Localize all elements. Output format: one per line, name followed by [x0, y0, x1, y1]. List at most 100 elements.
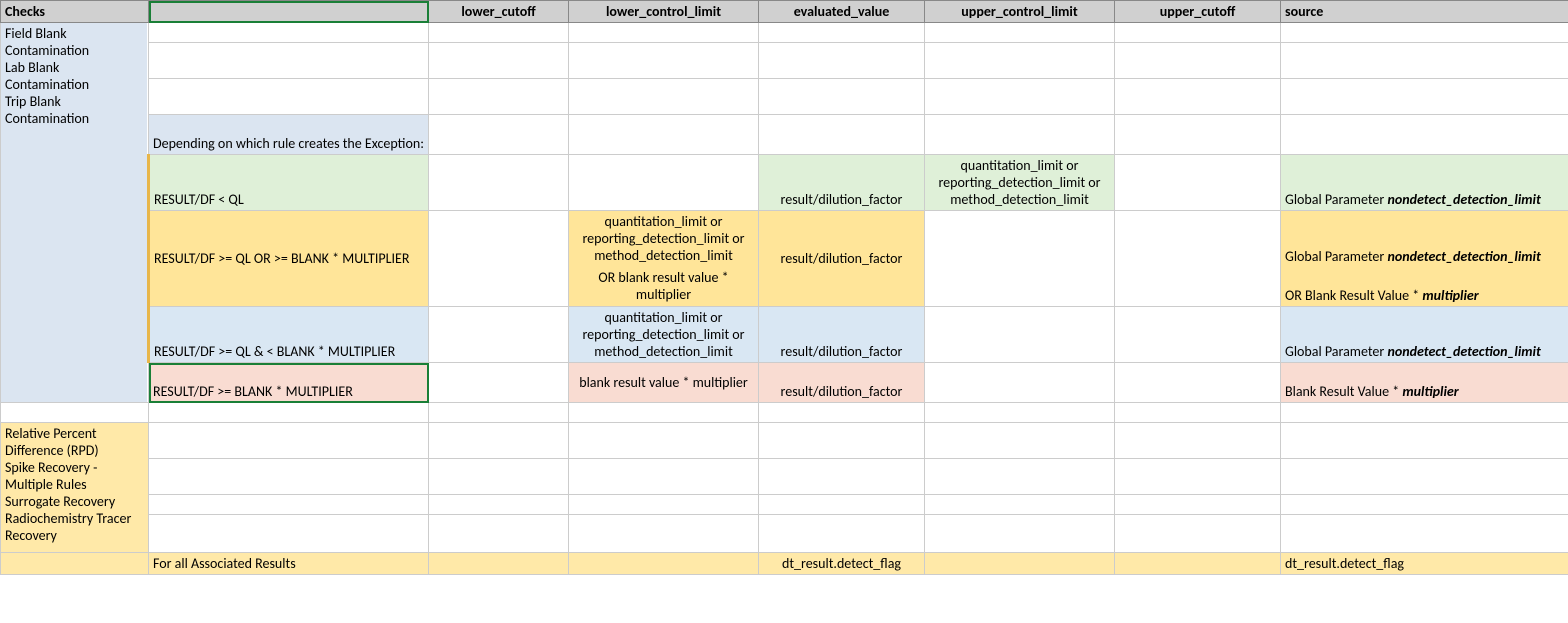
checks-group-recovery[interactable]: Relative Percent Difference (RPD) Spike … — [1, 423, 149, 553]
cell[interactable] — [1115, 307, 1281, 363]
cell[interactable] — [759, 495, 925, 515]
cell[interactable] — [569, 459, 759, 495]
footer-src[interactable]: dt_result.detect_flag — [1281, 553, 1568, 575]
cell[interactable] — [759, 515, 925, 553]
cell[interactable] — [429, 211, 569, 307]
cell[interactable] — [1115, 43, 1281, 79]
cell[interactable] — [1281, 79, 1568, 115]
cell[interactable] — [429, 43, 569, 79]
cell[interactable] — [925, 423, 1115, 459]
cell[interactable] — [759, 423, 925, 459]
cell[interactable] — [925, 43, 1115, 79]
cell[interactable] — [569, 495, 759, 515]
cell[interactable] — [429, 403, 569, 423]
cell[interactable] — [1115, 515, 1281, 553]
cell[interactable] — [1281, 515, 1568, 553]
rule1-label[interactable]: RESULT/DF < QL — [149, 155, 429, 211]
cell[interactable] — [925, 115, 1115, 155]
cell[interactable] — [1281, 115, 1568, 155]
rule1-ucl[interactable]: quantitation_limit or reporting_detectio… — [925, 155, 1115, 211]
cell[interactable] — [1115, 155, 1281, 211]
header-source[interactable]: source — [1281, 1, 1568, 23]
cell[interactable] — [149, 515, 429, 553]
spreadsheet-table[interactable]: Checks lower_cutoff lower_control_limit … — [0, 0, 1568, 575]
rule2-lcl-a[interactable]: quantitation_limit or reporting_detectio… — [569, 211, 759, 267]
cell[interactable] — [569, 23, 759, 43]
rule3-source[interactable]: Global Parameter nondetect_detection_lim… — [1281, 307, 1568, 363]
intro-text-cell[interactable]: Depending on which rule creates the Exce… — [149, 115, 429, 155]
cell[interactable] — [1, 403, 149, 423]
cell[interactable] — [429, 363, 569, 403]
cell[interactable] — [429, 459, 569, 495]
cell[interactable] — [429, 79, 569, 115]
cell[interactable] — [429, 495, 569, 515]
cell[interactable] — [759, 403, 925, 423]
rule3-ev[interactable]: result/dilution_factor — [759, 307, 925, 363]
cell[interactable] — [149, 79, 429, 115]
cell[interactable] — [1281, 423, 1568, 459]
cell[interactable] — [925, 211, 1115, 307]
cell[interactable] — [569, 423, 759, 459]
cell[interactable] — [1115, 459, 1281, 495]
rule2-ev[interactable]: result/dilution_factor — [759, 211, 925, 307]
cell[interactable] — [1281, 43, 1568, 79]
cell[interactable] — [429, 155, 569, 211]
cell[interactable] — [925, 403, 1115, 423]
header-lower-cutoff[interactable]: lower_cutoff — [429, 1, 569, 23]
cell[interactable] — [925, 495, 1115, 515]
cell[interactable] — [149, 423, 429, 459]
rule4-lcl[interactable]: blank result value * multiplier — [569, 363, 759, 403]
header-checks[interactable]: Checks — [1, 1, 149, 23]
cell[interactable] — [1, 553, 149, 575]
rule4-source[interactable]: Blank Result Value * multiplier — [1281, 363, 1568, 403]
header-upper-cutoff[interactable]: upper_cutoff — [1115, 1, 1281, 23]
cell[interactable] — [925, 515, 1115, 553]
cell[interactable] — [429, 553, 569, 575]
cell[interactable] — [569, 403, 759, 423]
cell[interactable] — [759, 115, 925, 155]
cell[interactable] — [1115, 211, 1281, 307]
rule1-ev[interactable]: result/dilution_factor — [759, 155, 925, 211]
cell[interactable] — [569, 79, 759, 115]
cell[interactable] — [759, 79, 925, 115]
cell[interactable] — [1115, 115, 1281, 155]
cell[interactable] — [1115, 495, 1281, 515]
header-evaluated-value[interactable]: evaluated_value — [759, 1, 925, 23]
rule4-ev[interactable]: result/dilution_factor — [759, 363, 925, 403]
cell[interactable] — [569, 115, 759, 155]
cell[interactable] — [569, 515, 759, 553]
cell[interactable] — [925, 307, 1115, 363]
cell[interactable] — [759, 459, 925, 495]
cell[interactable] — [925, 23, 1115, 43]
cell[interactable] — [1281, 403, 1568, 423]
rule2-lcl-b[interactable]: OR blank result value * multiplier — [569, 267, 759, 307]
cell[interactable] — [429, 423, 569, 459]
cell[interactable] — [1115, 423, 1281, 459]
cell[interactable] — [149, 43, 429, 79]
cell[interactable] — [569, 155, 759, 211]
rule2-source-a[interactable]: Global Parameter nondetect_detection_lim… — [1281, 211, 1568, 267]
cell[interactable] — [925, 459, 1115, 495]
checks-group-blank-contamination[interactable]: Field Blank Contamination Lab Blank Cont… — [1, 23, 149, 403]
cell[interactable] — [759, 43, 925, 79]
cell[interactable] — [1115, 363, 1281, 403]
cell[interactable] — [569, 43, 759, 79]
cell[interactable] — [1115, 79, 1281, 115]
cell[interactable] — [1115, 403, 1281, 423]
cell[interactable] — [759, 23, 925, 43]
cell[interactable] — [429, 515, 569, 553]
header-desc[interactable] — [149, 1, 429, 23]
cell[interactable] — [1281, 23, 1568, 43]
cell[interactable] — [429, 23, 569, 43]
cell[interactable] — [149, 23, 429, 43]
cell[interactable] — [149, 403, 429, 423]
footer-label[interactable]: For all Associated Results — [149, 553, 429, 575]
footer-ev[interactable]: dt_result.detect_flag — [759, 553, 925, 575]
header-lower-control-limit[interactable]: lower_control_limit — [569, 1, 759, 23]
rule2-label[interactable]: RESULT/DF >= QL OR >= BLANK * MULTIPLIER — [149, 211, 429, 307]
cell[interactable] — [925, 553, 1115, 575]
rule3-lcl[interactable]: quantitation_limit or reporting_detectio… — [569, 307, 759, 363]
cell[interactable] — [149, 495, 429, 515]
rule3-label[interactable]: RESULT/DF >= QL & < BLANK * MULTIPLIER — [149, 307, 429, 363]
cell[interactable] — [1115, 553, 1281, 575]
